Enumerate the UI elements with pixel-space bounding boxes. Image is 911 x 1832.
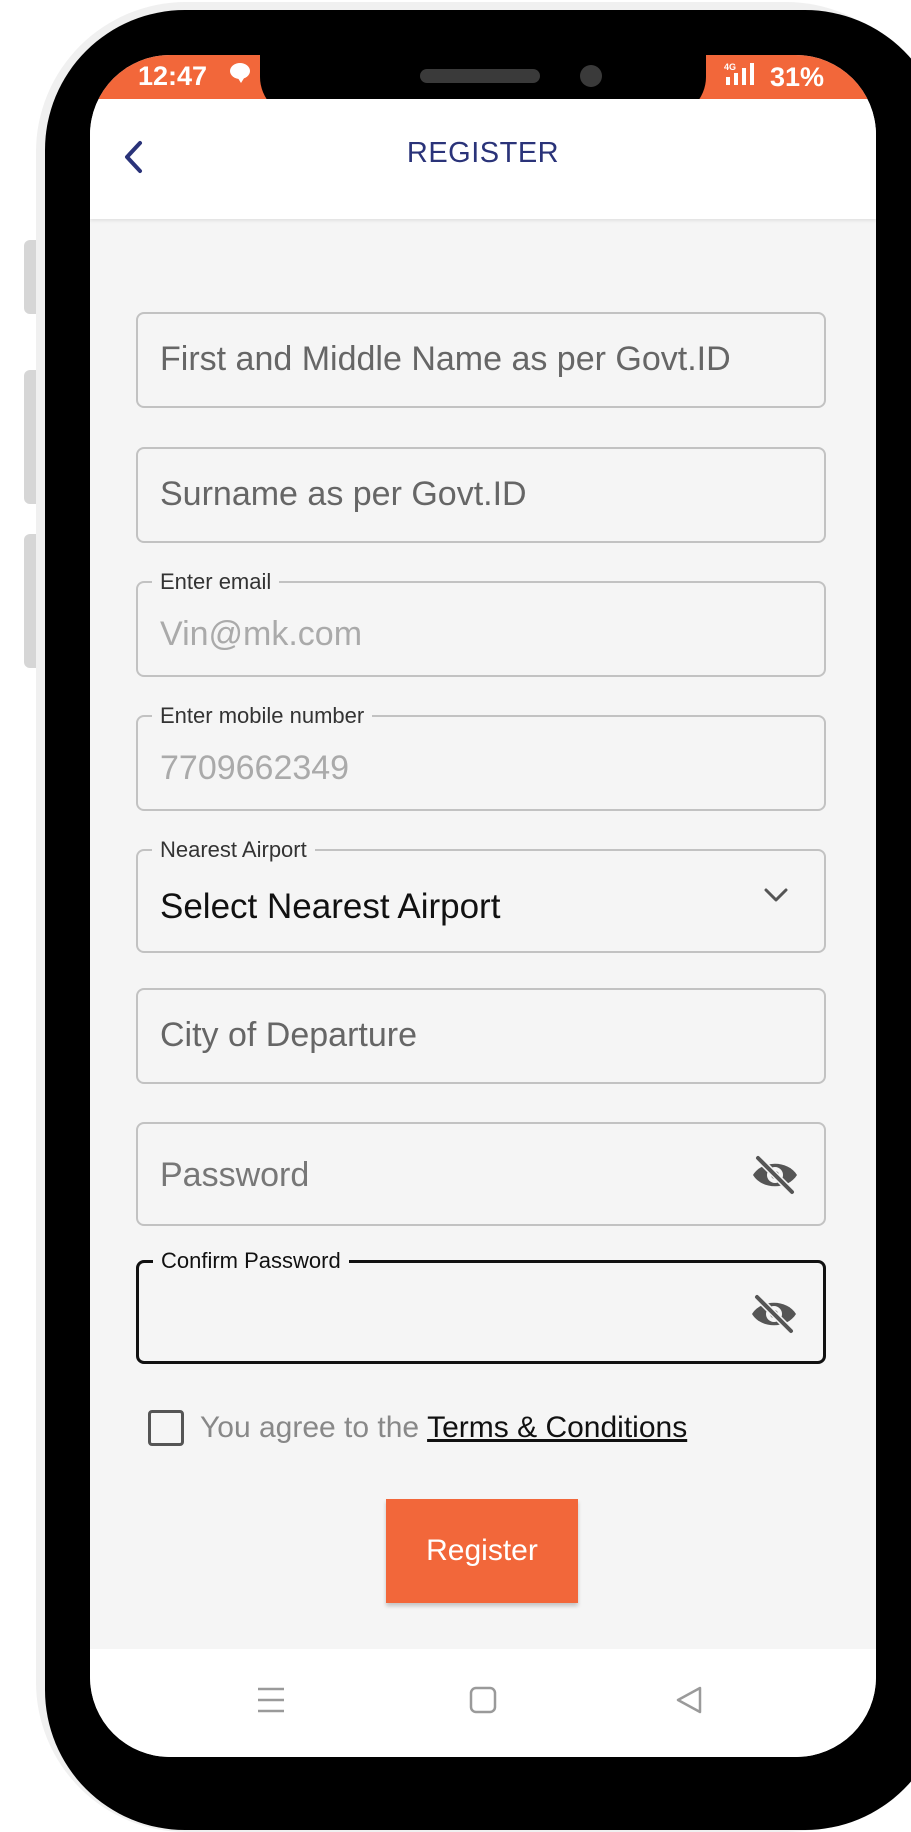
first-name-field[interactable]: First and Middle Name as per Govt.ID — [136, 312, 826, 408]
front-camera — [580, 65, 602, 87]
chevron-down-icon — [764, 888, 788, 902]
system-nav-bar — [90, 1649, 876, 1757]
airport-select[interactable]: Nearest Airport Select Nearest Airport — [136, 837, 826, 953]
airport-selected-value: Select Nearest Airport — [160, 887, 501, 926]
terms-row: You agree to the Terms & Conditions — [148, 1405, 687, 1451]
page-title: REGISTER — [406, 137, 560, 169]
email-field[interactable]: Enter email Vin@mk.com — [136, 569, 826, 677]
mobile-value: 7709662349 — [160, 749, 350, 787]
confirm-password-field[interactable]: Confirm Password — [136, 1248, 826, 1364]
back-triangle-icon[interactable] — [674, 1683, 704, 1717]
battery-level: 31% — [769, 61, 824, 92]
phone-screen: 12:47 4G 31% REGISTER First and Middle N… — [90, 55, 876, 1757]
password-field[interactable]: Password — [136, 1122, 826, 1226]
terms-checkbox[interactable] — [148, 1410, 184, 1446]
confirm-password-label: Confirm Password — [153, 1248, 349, 1274]
mobile-field[interactable]: Enter mobile number 7709662349 — [136, 703, 826, 811]
mobile-label: Enter mobile number — [152, 703, 373, 729]
city-placeholder: City of Departure — [160, 1016, 417, 1054]
first-name-placeholder: First and Middle Name as per Govt.ID — [160, 340, 731, 378]
terms-link[interactable]: Terms & Conditions — [427, 1411, 687, 1445]
network-type-label: 4G — [724, 62, 736, 72]
email-value: Vin@mk.com — [160, 615, 363, 653]
airport-label: Nearest Airport — [152, 837, 315, 863]
eye-off-icon[interactable] — [749, 1293, 799, 1335]
signal-icon: 4G — [724, 61, 764, 93]
app-header: REGISTER — [90, 99, 876, 219]
status-time: 12:47 — [138, 61, 208, 91]
surname-placeholder: Surname as per Govt.ID — [160, 475, 527, 513]
terms-text: You agree to the — [200, 1411, 420, 1444]
signal-bars-icon: 4G — [724, 62, 754, 85]
password-placeholder: Password — [160, 1156, 310, 1194]
status-indicators: 4G 31% — [724, 61, 824, 93]
email-label: Enter email — [152, 569, 280, 595]
speaker-grille — [420, 69, 540, 83]
home-square-icon[interactable] — [468, 1683, 498, 1717]
city-field[interactable]: City of Departure — [136, 988, 826, 1084]
chat-notification-icon — [230, 63, 250, 83]
surname-field[interactable]: Surname as per Govt.ID — [136, 447, 826, 543]
menu-icon[interactable] — [256, 1683, 286, 1717]
eye-off-icon[interactable] — [750, 1154, 800, 1196]
register-button[interactable]: Register — [386, 1499, 578, 1603]
